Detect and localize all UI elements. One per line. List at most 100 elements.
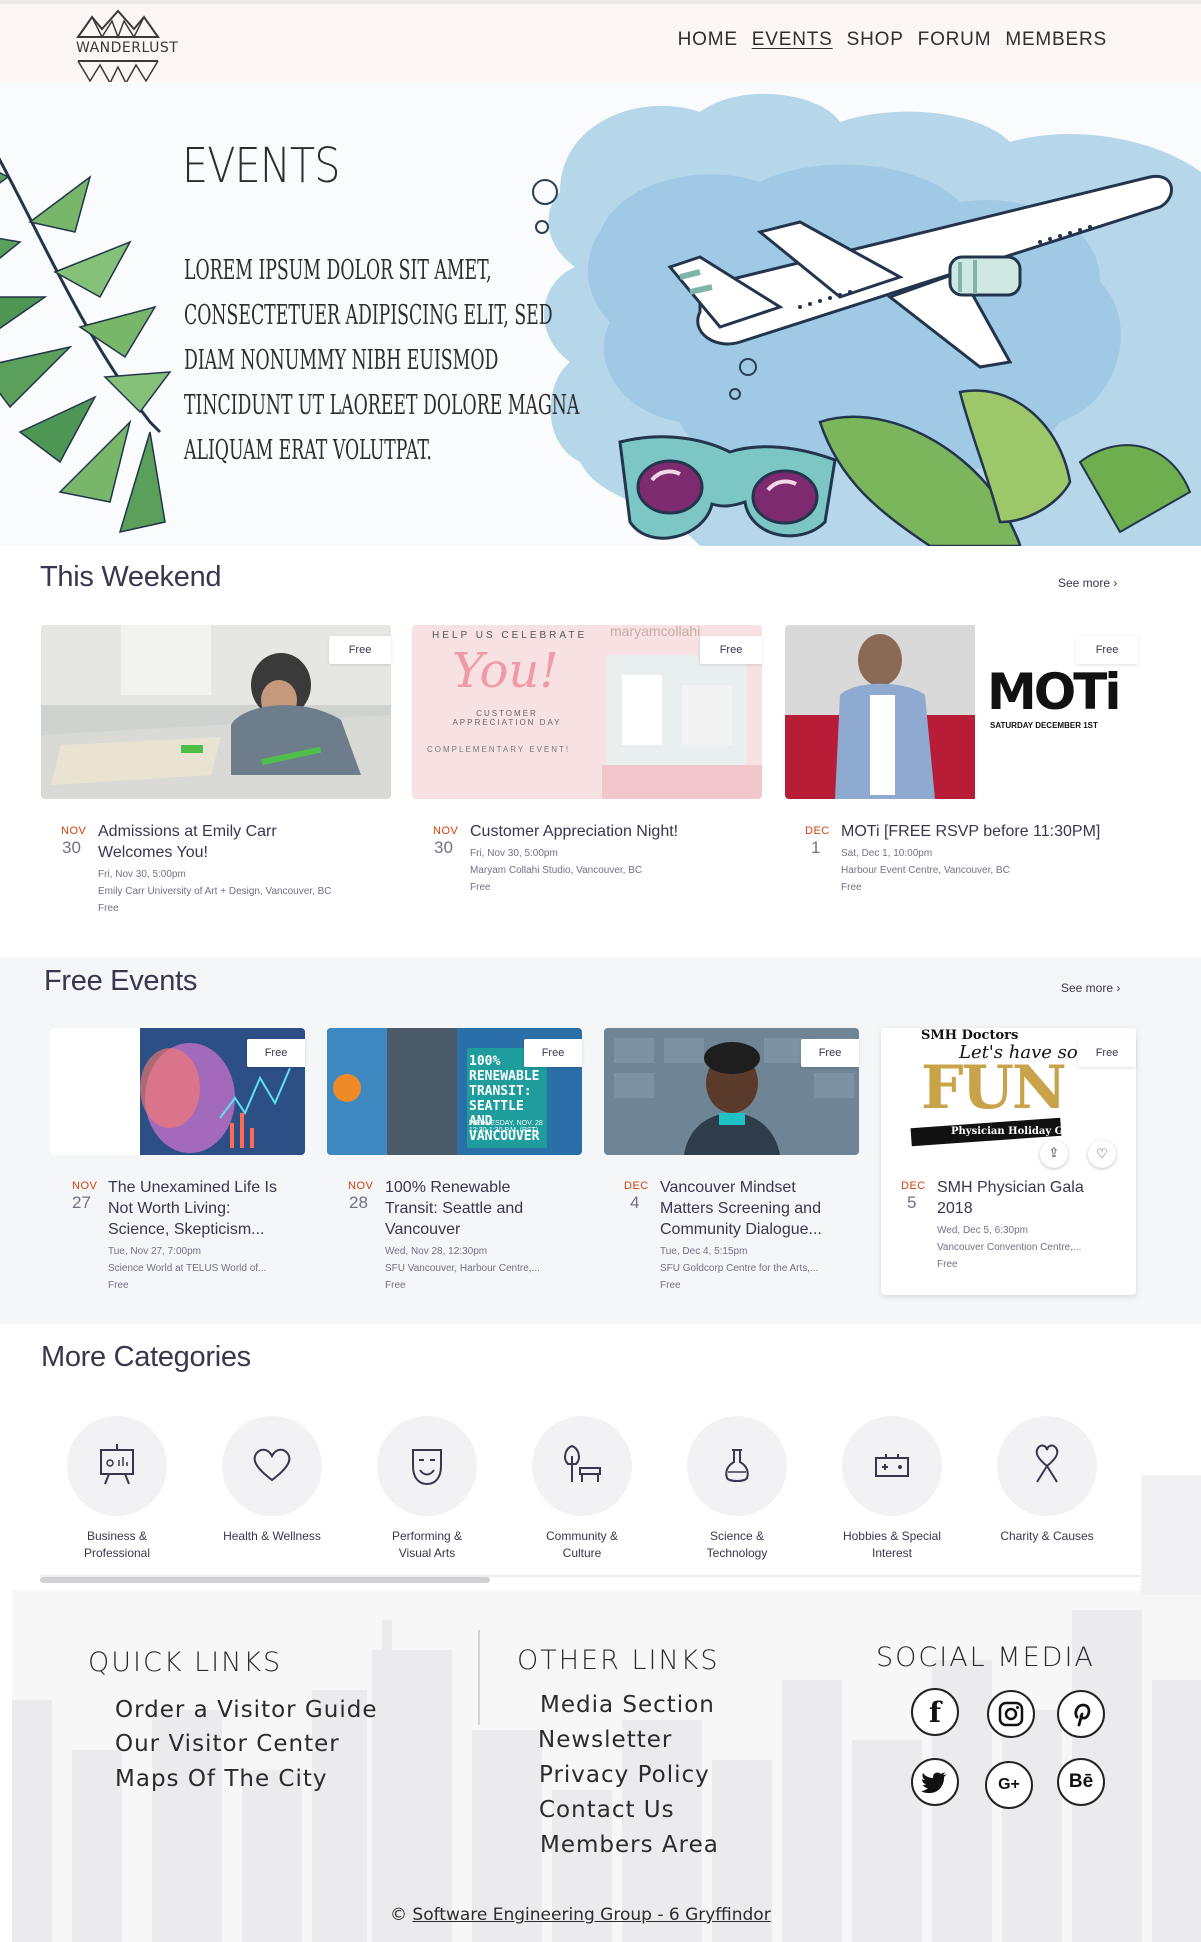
social-media-title: SOCIAL MEDIA (876, 1642, 1095, 1673)
logo-text: WANDERLUST (76, 40, 179, 56)
site-header: WANDERLUST HOME EVENTS SHOP FORUM MEMBER… (0, 0, 1201, 85)
more-categories-title: More Categories (41, 1341, 251, 1373)
behance-icon[interactable]: Bē (1057, 1758, 1105, 1806)
price-tag: Free (524, 1039, 582, 1067)
event-month: DEC (624, 1180, 649, 1192)
game-controller-icon (875, 1454, 909, 1477)
nav-home[interactable]: HOME (678, 29, 738, 51)
event-title[interactable]: Vancouver Mindset Matters Screening and … (660, 1177, 850, 1240)
event-day: 27 (72, 1193, 91, 1212)
event-meta: Wed, Nov 28, 12:30pm SFU Vancouver, Harb… (385, 1246, 540, 1291)
poster-you-text: You! (452, 643, 559, 699)
event-month: NOV (72, 1180, 98, 1192)
event-title[interactable]: Customer Appreciation Night! (470, 821, 760, 842)
moti-logo-text: MOTi (987, 663, 1122, 721)
poster-celebrate-text: HELP US CELEBRATE (432, 630, 588, 641)
chevron-right-icon: › (1113, 576, 1118, 590)
category-label: Charity & Causes (1000, 1529, 1094, 1543)
price-tag: Free (1078, 1039, 1136, 1067)
event-meta: Sat, Dec 1, 10:00pm Harbour Event Centre… (841, 848, 1010, 893)
hero-body-text: Lorem ipsum dolor sit amet, consectetuer… (184, 255, 580, 466)
other-links-title: OTHER LINKS (517, 1645, 720, 1676)
share-icon[interactable]: ⇪ (1040, 1140, 1068, 1168)
event-month: DEC (805, 825, 830, 837)
google-plus-icon[interactable]: G+ (985, 1761, 1033, 1809)
price-tag: Free (1076, 636, 1138, 664)
event-title[interactable]: Admissions at Emily Carr Welcomes You! (98, 821, 338, 863)
category-circle (997, 1416, 1097, 1516)
event-title[interactable]: 100% Renewable Transit: Seattle and Vanc… (385, 1177, 565, 1240)
footer-link[interactable]: Privacy Policy (539, 1762, 710, 1788)
nav-events[interactable]: EVENTS (752, 29, 833, 51)
poster-complimentary-text: COMPLEMENTARY EVENT! (427, 745, 571, 754)
gala-holiday-text: Physician Holiday Gala (951, 1126, 1080, 1137)
poster-customer-text: CUSTOMER APPRECIATION DAY (452, 709, 562, 727)
event-month: DEC (901, 1180, 926, 1192)
price-tag: Free (700, 636, 762, 664)
footer-link[interactable]: Newsletter (538, 1727, 672, 1753)
nav-shop[interactable]: SHOP (847, 29, 904, 51)
nav-forum[interactable]: FORUM (918, 29, 992, 51)
nav-members[interactable]: MEMBERS (1005, 29, 1107, 51)
copyright-link[interactable]: Software Engineering Group - 6 Gryffindo… (412, 1905, 770, 1925)
category-circle (842, 1416, 942, 1516)
like-heart-icon[interactable]: ♡ (1088, 1140, 1116, 1168)
category-circle (532, 1416, 632, 1516)
category-label: Community & Culture (545, 1529, 619, 1560)
event-meta: Wed, Dec 5, 6:30pm Vancouver Convention … (937, 1225, 1082, 1270)
footer-divider (478, 1630, 480, 1725)
footer-link[interactable]: Members Area (540, 1832, 719, 1858)
copyright-icon: © (390, 1905, 407, 1925)
pinterest-icon[interactable] (1057, 1690, 1105, 1738)
footer-link[interactable]: Contact Us (539, 1797, 675, 1823)
twitter-icon[interactable] (911, 1758, 959, 1806)
flask-icon (725, 1449, 749, 1482)
hero-banner: EVENTS Lorem ipsum dolor sit amet, conse… (0, 82, 1201, 546)
event-day: 4 (630, 1193, 640, 1212)
event-day: 28 (349, 1193, 368, 1212)
hero-illustration (0, 93, 1201, 546)
category-circle (687, 1416, 787, 1516)
transit-date-text: WEDNESDAY, NOV. 28 12:30-1:30 P.M. (PST) (469, 1120, 543, 1134)
theater-mask-icon (412, 1449, 442, 1486)
chevron-right-icon: › (1116, 981, 1121, 995)
gala-smh-text: SMH Doctors (921, 1028, 1019, 1043)
this-weekend-see-more-link[interactable]: See more › (1058, 576, 1117, 590)
hero-title: EVENTS (182, 138, 340, 194)
footer-link[interactable]: Media Section (540, 1692, 715, 1718)
category-scrollbar[interactable] (40, 1577, 490, 1583)
gala-fun-text: FUN (921, 1053, 1067, 1123)
instagram-icon[interactable] (987, 1690, 1035, 1738)
free-events-title: Free Events (44, 965, 198, 997)
event-day: 1 (811, 838, 821, 857)
skyline-tower (1141, 1475, 1201, 1595)
event-title[interactable]: The Unexamined Life Is Not Worth Living:… (108, 1177, 288, 1240)
event-month: NOV (348, 1180, 374, 1192)
footer-link[interactable]: Our Visitor Center (115, 1731, 340, 1757)
moti-date-text: SATURDAY DECEMBER 1ST (990, 721, 1098, 730)
presentation-board-icon (100, 1444, 134, 1485)
event-month: NOV (433, 825, 459, 837)
footer-link[interactable]: Order a Visitor Guide (115, 1697, 377, 1723)
price-tag: Free (801, 1039, 859, 1067)
event-day: 5 (907, 1193, 917, 1212)
this-weekend-title: This Weekend (40, 561, 222, 593)
category-label: Business & Professional (83, 1529, 151, 1560)
heart-icon (253, 1448, 291, 1482)
category-label: Performing & Visual Arts (391, 1529, 463, 1560)
category-label: Hobbies & Special Interest (842, 1529, 942, 1560)
instagram-glyph (998, 1701, 1024, 1727)
event-meta: Fri, Nov 30, 5:00pm Emily Carr Universit… (98, 869, 332, 914)
wanderlust-logo[interactable]: WANDERLUST (76, 9, 179, 87)
copyright-text: © Software Engineering Group - 6 Gryffin… (390, 1905, 771, 1925)
facebook-icon[interactable]: f (911, 1688, 959, 1736)
event-meta: Tue, Dec 4, 5:15pm SFU Goldcorp Centre f… (660, 1246, 819, 1291)
main-nav: HOME EVENTS SHOP FORUM MEMBERS (678, 29, 1107, 51)
event-day: 30 (62, 838, 81, 857)
event-meta: Tue, Nov 27, 7:00pm Science World at TEL… (108, 1246, 267, 1291)
twitter-bird-glyph (921, 1772, 947, 1793)
footer-link[interactable]: Maps Of The City (115, 1766, 328, 1792)
free-events-see-more-link[interactable]: See more › (1061, 981, 1120, 995)
event-title[interactable]: SMH Physician Gala 2018 (937, 1177, 1107, 1219)
event-title[interactable]: MOTi [FREE RSVP before 11:30PM] (841, 821, 1141, 842)
